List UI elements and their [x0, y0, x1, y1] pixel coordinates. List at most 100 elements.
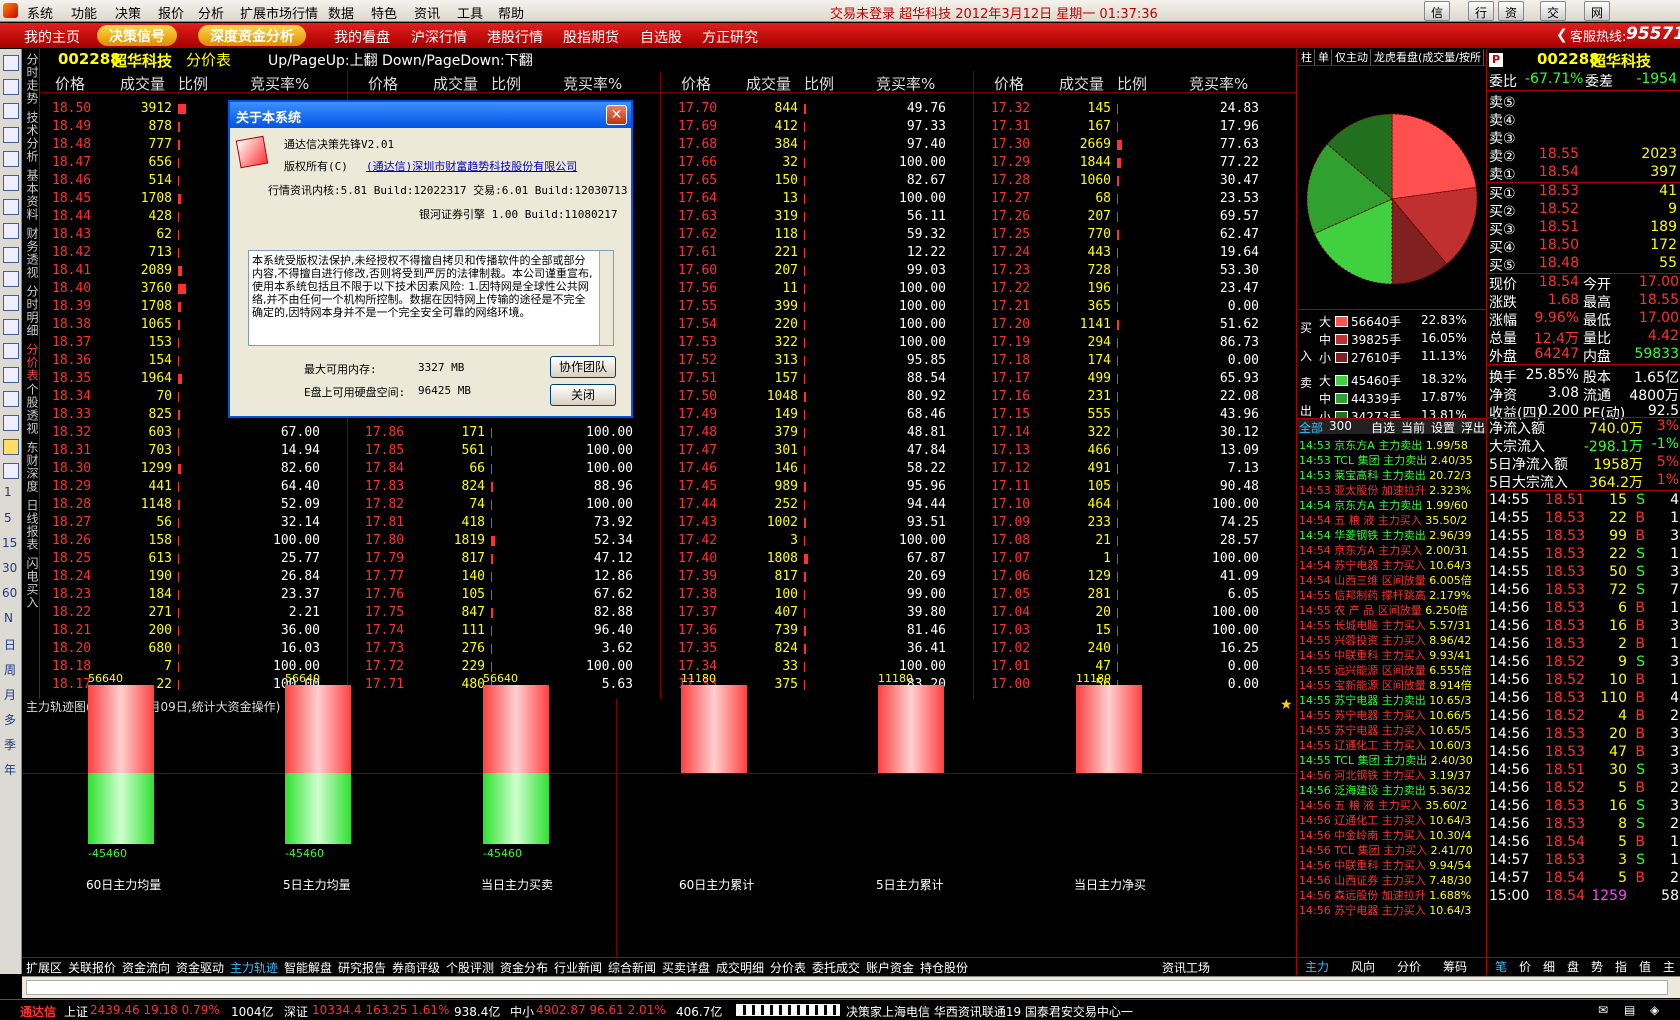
news-item[interactable]: 14:55 远兴能源 区间放量 6.555倍 [1299, 663, 1487, 678]
nav-watchlist[interactable]: 自选股 [640, 27, 682, 47]
news-item[interactable]: 14:56 辽通化工 主力买入 10.64/3 [1299, 813, 1487, 828]
news-item[interactable]: 14:56 山西证券 主力买入 7.48/30 [1299, 873, 1487, 888]
bottom-tab[interactable]: 资讯工场 [1162, 959, 1210, 976]
toolbar-icon-12[interactable] [3, 319, 19, 335]
period-day[interactable]: 日 [4, 636, 16, 653]
right-bottom-tab[interactable]: 指 [1615, 958, 1627, 975]
news-item[interactable]: 14:56 中金岭南 主力买入 10.30/4 [1299, 828, 1487, 843]
news-item[interactable]: 14:55 苏宁电器 主力买入 10.66/5 [1299, 708, 1487, 723]
mid-bottom-tab[interactable]: 主力 [1305, 958, 1329, 975]
news-item[interactable]: 14:53 京东方A 主力卖出 1.99/58 [1299, 438, 1487, 453]
menu-analysis[interactable]: 分析 [198, 3, 224, 22]
status-icon[interactable]: ▤ [1624, 1003, 1635, 1017]
news-tab[interactable]: 全部 [1299, 419, 1323, 436]
bottom-tab[interactable]: 账户资金 [866, 959, 914, 976]
menu-quote[interactable]: 报价 [158, 3, 184, 22]
bottom-tab[interactable]: 成交明细 [716, 959, 764, 976]
toolbar-icon-5[interactable] [3, 151, 19, 167]
toolbar-icon-6[interactable] [3, 175, 19, 191]
toolbar-icon-2[interactable] [3, 79, 19, 95]
bottom-tab[interactable]: 关联报价 [68, 959, 116, 976]
star-icon[interactable]: ★ [1280, 697, 1293, 713]
toolbar-icon-14[interactable] [3, 367, 19, 383]
period-year[interactable]: 年 [4, 761, 16, 778]
tab-depth[interactable]: 东财深度 [24, 441, 39, 493]
bottom-tab[interactable]: 资金分布 [500, 959, 548, 976]
mid-bottom-tab[interactable]: 分价 [1397, 958, 1421, 975]
bottom-tab[interactable]: 主力轨迹 [230, 959, 278, 976]
toolbar-icon-8[interactable] [3, 223, 19, 239]
info-button[interactable]: 信息 [1424, 1, 1451, 37]
bottom-tab[interactable]: 扩展区 [26, 959, 62, 976]
news-item[interactable]: 14:53 TCL 集团 主力卖出 2.40/35 [1299, 453, 1487, 468]
menu-data[interactable]: 数据 [328, 3, 354, 22]
toolbar-icon-1[interactable] [3, 55, 19, 71]
menu-help[interactable]: 帮助 [498, 3, 524, 22]
news-item[interactable]: 14:54 五 粮 液 主力买入 35.50/2 [1299, 513, 1487, 528]
toolbar-icon-7[interactable] [3, 199, 19, 215]
news-item[interactable]: 14:55 TCL 集团 主力卖出 2.40/30 [1299, 753, 1487, 768]
news-tab[interactable]: 浮出 [1461, 419, 1485, 436]
right-bottom-tab[interactable]: 笔 [1495, 958, 1507, 975]
menu-extended[interactable]: 扩展市场行情 [240, 3, 318, 22]
nav-futures[interactable]: 股指期货 [563, 27, 619, 47]
toolbar-icon-15[interactable] [3, 391, 19, 407]
news-tab[interactable]: 设置 [1431, 419, 1455, 436]
period-multi[interactable]: 多 [4, 711, 16, 728]
bottom-tab[interactable]: 分价表 [770, 959, 806, 976]
tab-financial[interactable]: 财务透视 [24, 227, 39, 279]
news-item[interactable]: 14:56 河北钢铁 主力买入 3.19/37 [1299, 768, 1487, 783]
period-quarter[interactable]: 季 [4, 736, 16, 753]
bottom-tab[interactable]: 个股评测 [446, 959, 494, 976]
menu-special[interactable]: 特色 [371, 3, 397, 22]
news-item[interactable]: 14:56 TCL 集团 主力买入 2.41/70 [1299, 843, 1487, 858]
news-item[interactable]: 14:55 信邦制药 撑杆跳高 2.179% [1299, 588, 1487, 603]
news-item[interactable]: 14:55 苏宁电器 主力卖出 10.65/3 [1299, 693, 1487, 708]
news-item[interactable]: 14:54 山西三维 区间放量 6.005倍 [1299, 573, 1487, 588]
nav-hk[interactable]: 港股行情 [487, 27, 543, 47]
right-bottom-tab[interactable]: 主 [1663, 958, 1675, 975]
license-scrollbar[interactable] [599, 251, 613, 345]
bottom-tab[interactable]: 综合新闻 [608, 959, 656, 976]
tab-flash-buy[interactable]: 闪电买入 [24, 557, 39, 609]
news-item[interactable]: 14:54 华菱钢铁 主力卖出 2.96/39 [1299, 528, 1487, 543]
bottom-tab[interactable]: 资金驱动 [176, 959, 224, 976]
right-bottom-tab[interactable]: 价 [1519, 958, 1531, 975]
quote-button[interactable]: 行情 [1468, 1, 1495, 37]
mid-bottom-tab[interactable]: 筹码 [1443, 958, 1467, 975]
news-item[interactable]: 14:53 莱宝高科 主力卖出 20.72/3 [1299, 468, 1487, 483]
company-link[interactable]: (通达信)深圳市财富趋势科技股份有限公司 [366, 158, 577, 174]
bottom-tab[interactable]: 资金流向 [122, 959, 170, 976]
horizontal-scrollbar[interactable] [22, 976, 1680, 998]
tab-technical[interactable]: 技术分析 [24, 111, 39, 163]
toolbar-icon-9[interactable] [3, 247, 19, 263]
news-item[interactable]: 14:56 泛海建设 主力卖出 5.36/32 [1299, 783, 1487, 798]
tab-daily-report[interactable]: 日线报表 [24, 499, 39, 551]
period-1[interactable]: 1 [4, 485, 12, 499]
scroll-thumb[interactable] [26, 980, 1668, 995]
news-item[interactable]: 14:55 兴蓉投资 主力买入 8.96/42 [1299, 633, 1487, 648]
bottom-tab[interactable]: 持仓股份 [920, 959, 968, 976]
menu-decision[interactable]: 决策 [115, 3, 141, 22]
bottom-tab[interactable]: 行业新闻 [554, 959, 602, 976]
mid-tab[interactable]: 单 [1316, 49, 1332, 65]
news-tab[interactable]: 自选 [1371, 419, 1395, 436]
tab-intraday[interactable]: 分时走势 [24, 53, 39, 105]
menu-system[interactable]: 系统 [27, 3, 53, 22]
news-item[interactable]: 14:54 苏宁电器 主力买入 10.64/3 [1299, 558, 1487, 573]
news-item[interactable]: 14:56 森远股份 加速拉升 1.688% [1299, 888, 1487, 903]
toolbar-icon-18[interactable] [3, 463, 19, 479]
tab-fundamentals[interactable]: 基本资料 [24, 169, 39, 221]
menu-tools[interactable]: 工具 [457, 3, 483, 22]
mid-tab[interactable]: 柱 [1299, 49, 1315, 65]
news-item[interactable]: 14:55 中联重科 主力买入 9.93/41 [1299, 648, 1487, 663]
news-tab[interactable]: 当前 [1401, 419, 1425, 436]
news-item[interactable]: 14:56 苏宁电器 主力买入 10.64/3 [1299, 903, 1487, 918]
period-60[interactable]: 60 [2, 586, 17, 600]
close-button[interactable]: 关闭 [550, 384, 616, 406]
bottom-tab[interactable]: 券商评级 [392, 959, 440, 976]
period-5[interactable]: 5 [4, 511, 12, 525]
news-button[interactable]: 资讯 [1498, 1, 1525, 37]
toolbar-icon-16[interactable] [3, 415, 19, 431]
period-15[interactable]: 15 [2, 536, 17, 550]
